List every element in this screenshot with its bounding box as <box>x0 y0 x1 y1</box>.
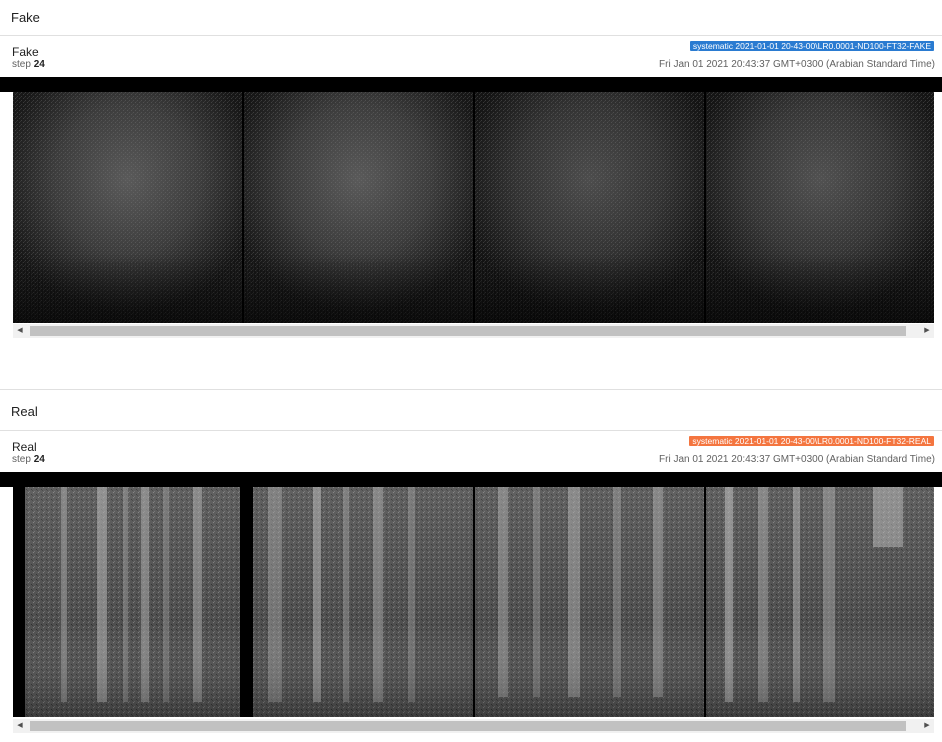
card-title: Fake <box>12 45 39 59</box>
group-title: Fake <box>11 10 40 25</box>
horizontal-scrollbar-real[interactable]: ◀ ▶ <box>13 719 934 733</box>
step-label: step 24 <box>12 59 45 70</box>
timestamp: Fri Jan 01 2021 20:43:37 GMT+0300 (Arabi… <box>659 59 935 70</box>
image-strip-fake <box>13 92 934 323</box>
real-panel-1 <box>25 487 241 717</box>
fake-panel-3 <box>475 92 704 323</box>
real-panel-3 <box>475 487 704 717</box>
group-header-fake[interactable]: Fake <box>0 0 942 36</box>
horizontal-scrollbar-fake[interactable]: ◀ ▶ <box>13 324 934 338</box>
fake-image-panels <box>13 92 934 323</box>
step-value: 24 <box>33 59 45 70</box>
image-top-border <box>0 472 942 487</box>
image-top-border <box>0 77 942 92</box>
run-tag: systematic 2021-01-01 20-43-00\LR0.0001-… <box>689 436 934 446</box>
step-label: step 24 <box>12 454 45 465</box>
fake-panel-4 <box>706 92 934 323</box>
scroll-thumb[interactable] <box>30 326 906 336</box>
timestamp: Fri Jan 01 2021 20:43:37 GMT+0300 (Arabi… <box>659 454 935 465</box>
fake-panel-2 <box>244 92 473 323</box>
run-tag: systematic 2021-01-01 20-43-00\LR0.0001-… <box>689 41 934 51</box>
triangle-left-icon[interactable]: ◀ <box>13 324 27 338</box>
real-panel-2 <box>253 487 474 717</box>
group-title: Real <box>11 404 38 419</box>
triangle-left-icon[interactable]: ◀ <box>13 719 27 733</box>
real-image-panels <box>25 487 934 717</box>
triangle-right-icon[interactable]: ▶ <box>920 719 934 733</box>
real-panel-4 <box>706 487 934 717</box>
fake-panel-1 <box>13 92 242 323</box>
card-title: Real <box>12 440 37 454</box>
step-value: 24 <box>33 454 45 465</box>
image-strip-real <box>13 487 934 717</box>
scroll-thumb[interactable] <box>30 721 906 731</box>
triangle-right-icon[interactable]: ▶ <box>920 324 934 338</box>
group-header-real[interactable]: Real <box>0 389 942 431</box>
